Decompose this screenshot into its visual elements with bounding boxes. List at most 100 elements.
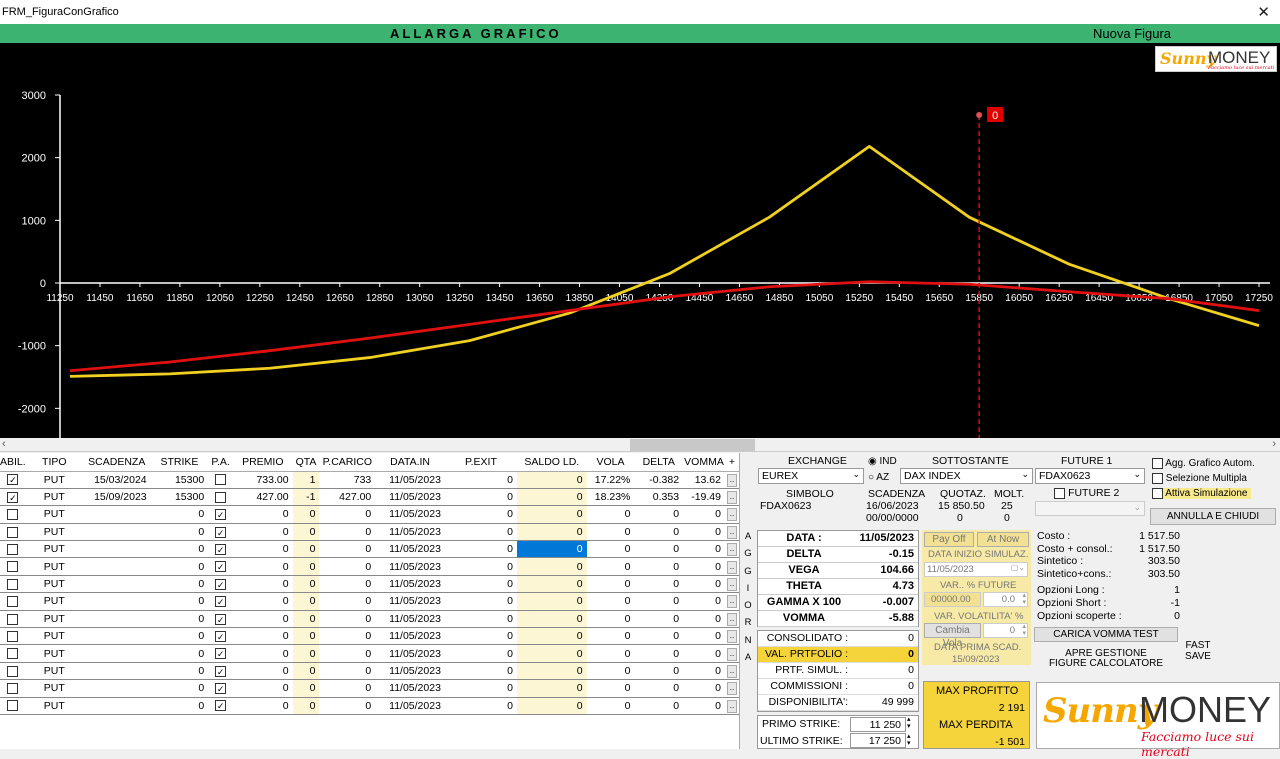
cell-premio[interactable]: 427.00 (233, 488, 293, 507)
close-icon[interactable]: ✕ (1257, 3, 1270, 21)
cell-vomma[interactable]: 0 (683, 662, 725, 681)
cell-qta[interactable]: 0 (292, 592, 320, 611)
cell-pcarico[interactable]: 0 (319, 557, 376, 576)
cell-qta[interactable]: 0 (292, 540, 320, 559)
column-header[interactable]: QTA (292, 453, 320, 472)
attiva-simulazione-checkbox[interactable]: Attiva Simulazione (1152, 488, 1251, 500)
cell-tipo[interactable]: PUT (25, 505, 83, 524)
cell-vomma[interactable]: 0 (683, 575, 725, 594)
cell-qta[interactable]: -1 (292, 488, 320, 507)
apre-gestione-button[interactable]: APRE GESTIONE FIGURE CALCOLATORE (1034, 645, 1178, 677)
row-detail-button[interactable]: .. (724, 540, 739, 559)
cell-scad[interactable] (82, 662, 151, 681)
cell-scad[interactable] (82, 505, 151, 524)
cell-qta[interactable]: 0 (292, 610, 320, 629)
cell-pcarico[interactable]: 427.00 (319, 488, 376, 507)
var-future-input[interactable]: 00000.00 (924, 592, 981, 607)
cell-pcarico[interactable]: 0 (319, 575, 376, 594)
cell-scad[interactable] (82, 592, 151, 611)
cell-pcarico[interactable]: 0 (319, 627, 376, 646)
primo-strike-spin-icon[interactable]: ▴ ▾ (907, 716, 911, 730)
table-row[interactable]: PUT 0 ✓ 0 0 0 11/05/2023 0 0 0 0 0.. (0, 697, 739, 715)
cell-vomma[interactable]: 0 (683, 610, 725, 629)
cell-pa[interactable]: ✓ (208, 644, 234, 663)
cell-delta[interactable]: 0 (634, 592, 684, 611)
var-future-pct-stepper[interactable]: 0.0 ▴ ▾ (983, 592, 1028, 607)
row-detail-button[interactable]: .. (724, 644, 739, 663)
cell-scad[interactable] (82, 679, 151, 698)
nuova-figura-button[interactable]: Nuova Figura (1093, 26, 1171, 41)
row-detail-button[interactable]: .. (724, 697, 739, 715)
cell-abil[interactable] (0, 644, 26, 663)
cell-vola[interactable]: 0 (586, 610, 635, 629)
sottostante-select[interactable]: DAX INDEX ⌄ (900, 468, 1033, 484)
table-row[interactable]: PUT 0 ✓ 0 0 0 11/05/2023 0 0 0 0 0.. (0, 679, 739, 698)
cell-strike[interactable]: 0 (150, 505, 209, 524)
cell-datain[interactable]: 11/05/2023 (375, 679, 445, 698)
cell-abil[interactable]: ✓ (0, 488, 26, 507)
cell-datain[interactable]: 11/05/2023 (375, 557, 445, 576)
scrollbar-thumb[interactable] (630, 439, 755, 451)
cell-pa[interactable]: ✓ (208, 679, 234, 698)
aggiorna-letter[interactable]: G (741, 545, 755, 562)
cell-pexit[interactable]: 0 (444, 505, 517, 524)
row-detail-button[interactable]: .. (724, 662, 739, 681)
cell-abil[interactable] (0, 505, 26, 524)
aggiorna-letter[interactable]: I (741, 580, 755, 597)
cell-vola[interactable]: 17.22% (586, 471, 635, 489)
cell-saldo[interactable]: 0 (516, 505, 587, 524)
cell-abil[interactable] (0, 697, 26, 715)
cell-premio[interactable]: 0 (233, 575, 293, 594)
cell-pcarico[interactable]: 0 (319, 679, 376, 698)
table-row[interactable]: ✓ PUT 15/09/2023 15300 427.00 -1 427.00 11/05/2… (0, 488, 739, 507)
column-header[interactable]: + (724, 453, 739, 472)
cell-pcarico[interactable]: 0 (319, 610, 376, 629)
cell-tipo[interactable]: PUT (25, 592, 83, 611)
cell-abil[interactable] (0, 540, 26, 559)
cell-qta[interactable]: 0 (292, 697, 320, 715)
column-header[interactable]: P.CARICO (319, 453, 376, 472)
scroll-left-icon[interactable]: ‹ (2, 438, 6, 450)
cell-pcarico[interactable]: 0 (319, 523, 376, 542)
column-header[interactable]: P.EXIT (444, 453, 517, 472)
cell-pa[interactable]: ✓ (208, 610, 234, 629)
cell-vomma[interactable]: 0 (683, 523, 725, 542)
cell-strike[interactable]: 15300 (150, 471, 209, 489)
row-detail-button[interactable]: .. (724, 488, 739, 507)
row-detail-button[interactable]: .. (724, 575, 739, 594)
aggiorna-button[interactable]: AGGIORNA (741, 528, 755, 666)
row-detail-button[interactable]: .. (724, 627, 739, 646)
cell-premio[interactable]: 0 (233, 644, 293, 663)
cell-qta[interactable]: 0 (292, 644, 320, 663)
cell-delta[interactable]: 0 (634, 644, 684, 663)
cell-delta[interactable]: 0 (634, 610, 684, 629)
cell-qta[interactable]: 0 (292, 557, 320, 576)
cell-scad[interactable] (82, 644, 151, 663)
cell-vomma[interactable]: -19.49 (683, 488, 725, 507)
cell-pexit[interactable]: 0 (444, 557, 517, 576)
cell-premio[interactable]: 0 (233, 627, 293, 646)
row-detail-button[interactable]: .. (724, 505, 739, 524)
aggiorna-letter[interactable]: N (741, 632, 755, 649)
cell-vola[interactable]: 0 (586, 662, 635, 681)
cell-qta[interactable]: 0 (292, 523, 320, 542)
cell-strike[interactable]: 0 (150, 592, 209, 611)
column-header[interactable]: P.A. (208, 453, 234, 472)
cell-vola[interactable]: 0 (586, 557, 635, 576)
cell-delta[interactable]: 0 (634, 557, 684, 576)
var-vol-stepper[interactable]: 0 ▴ ▾ (983, 623, 1028, 638)
cell-premio[interactable]: 0 (233, 505, 293, 524)
cell-tipo[interactable]: PUT (25, 557, 83, 576)
cell-delta[interactable]: 0 (634, 662, 684, 681)
cell-vola[interactable]: 0 (586, 592, 635, 611)
cell-delta[interactable]: 0 (634, 627, 684, 646)
cell-vola[interactable]: 18.23% (586, 488, 635, 507)
cell-abil[interactable] (0, 627, 26, 646)
table-row[interactable]: PUT 0 ✓ 0 0 0 11/05/2023 0 0 0 0 0.. (0, 557, 739, 576)
column-header[interactable]: DATA.IN (375, 453, 445, 472)
cell-pa[interactable]: ✓ (208, 627, 234, 646)
cell-strike[interactable]: 0 (150, 523, 209, 542)
cell-vomma[interactable]: 0 (683, 697, 725, 715)
cell-saldo[interactable]: 0 (516, 679, 587, 698)
table-row[interactable]: ✓ PUT 15/03/2024 15300 733.00 1 733 11/05/2023 0… (0, 471, 739, 489)
